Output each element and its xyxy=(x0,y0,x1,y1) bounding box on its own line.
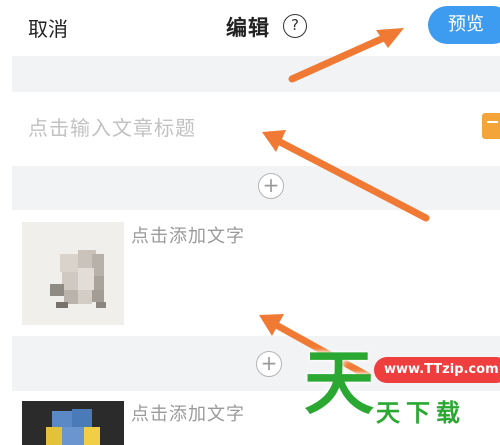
watermark-site-name: 天下载 xyxy=(376,399,466,427)
orange-arrow-icon xyxy=(262,130,430,222)
orange-arrow-icon xyxy=(288,28,404,83)
watermark-url: www.TTzip.com xyxy=(374,357,500,383)
watermark-logo-char: 天 xyxy=(304,342,374,424)
